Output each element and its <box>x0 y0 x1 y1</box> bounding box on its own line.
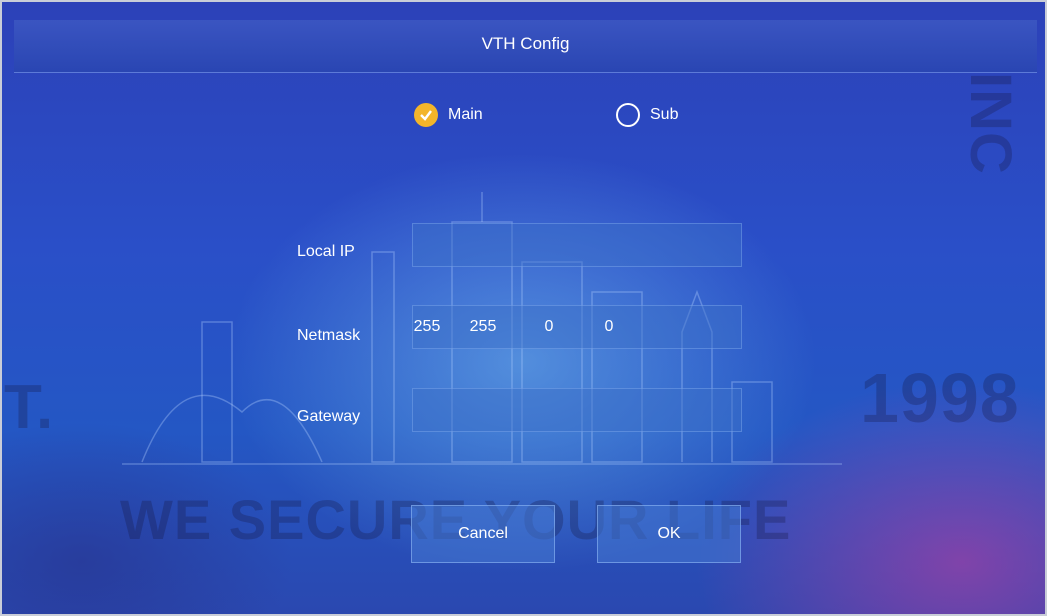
gateway-input[interactable] <box>412 388 742 432</box>
netmask-octets: 255 255 0 0 <box>412 305 742 349</box>
title-bar: VTH Config <box>14 20 1037 73</box>
gateway-label: Gateway <box>297 408 361 425</box>
netmask-octet-2[interactable]: 255 <box>457 318 509 336</box>
watermark-est: T. <box>4 373 55 442</box>
ok-button[interactable]: OK <box>597 505 741 563</box>
netmask-octet-1[interactable]: 255 <box>412 318 442 336</box>
screen: T. 1998 WE SECURE YOUR LIFE INC VTH Conf… <box>0 0 1047 616</box>
sub-radio-label: Sub <box>650 106 679 123</box>
local-ip-label: Local IP <box>297 243 355 260</box>
netmask-octet-4[interactable]: 0 <box>589 318 629 336</box>
radio-empty-icon <box>616 103 640 127</box>
netmask-octet-3[interactable]: 0 <box>529 318 569 336</box>
main-radio[interactable]: Main <box>414 103 483 127</box>
watermark-year: 1998 <box>860 359 1020 437</box>
cancel-button[interactable]: Cancel <box>411 505 555 563</box>
main-radio-label: Main <box>448 106 483 123</box>
sub-radio[interactable]: Sub <box>616 103 678 127</box>
watermark-corner-letters: INC <box>958 72 1023 175</box>
local-ip-input[interactable] <box>412 223 742 267</box>
window-title: VTH Config <box>481 34 570 53</box>
check-icon <box>414 103 438 127</box>
netmask-label: Netmask <box>297 327 361 344</box>
